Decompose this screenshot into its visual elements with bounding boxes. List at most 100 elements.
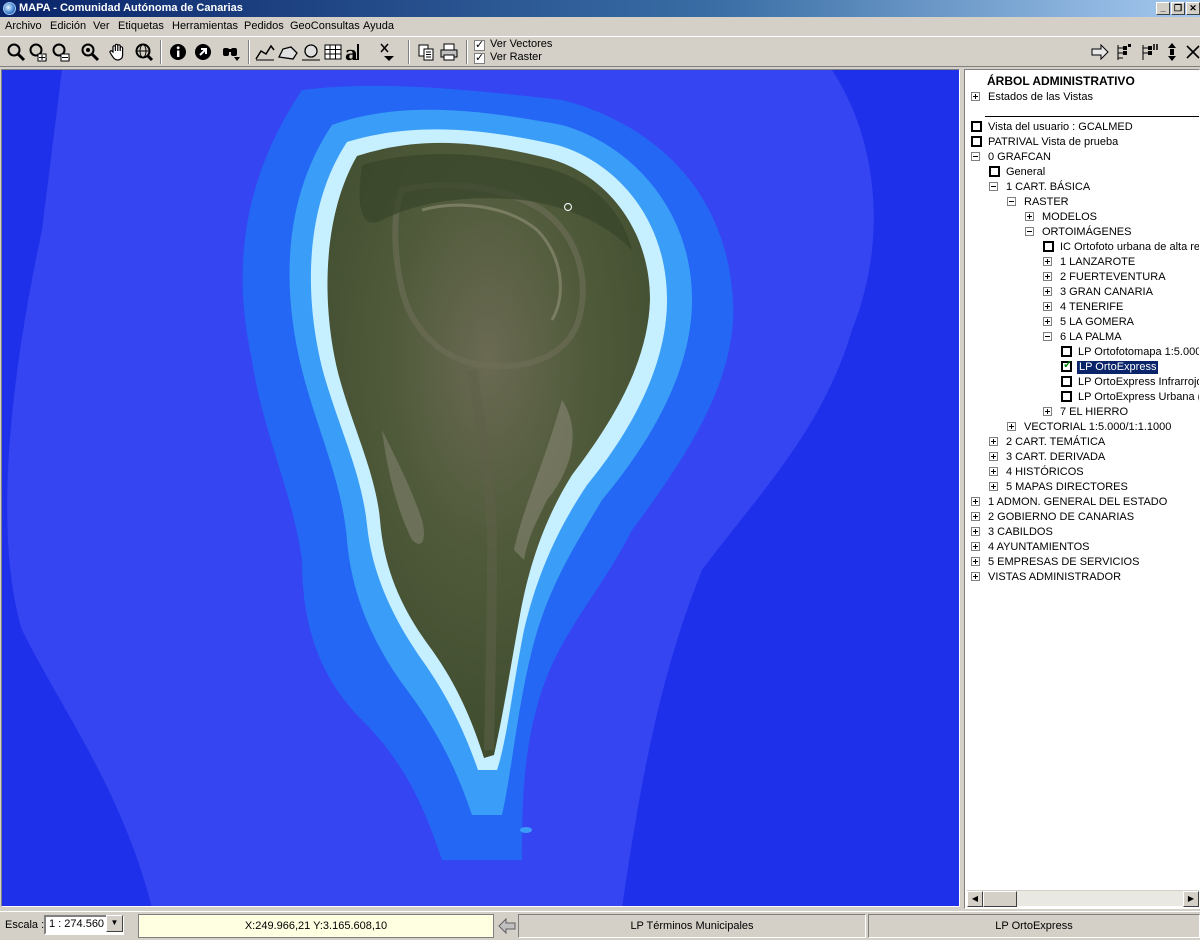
tree-item-label: VECTORIAL 1:5.000/1:1.1000 xyxy=(1024,421,1172,433)
expand-icon[interactable] xyxy=(971,542,980,551)
layer-checkbox[interactable] xyxy=(1061,376,1072,387)
polyline-icon[interactable] xyxy=(255,42,275,62)
menu-pedidos[interactable]: Pedidos xyxy=(244,20,284,32)
expand-icon[interactable] xyxy=(989,467,998,476)
expand-icon[interactable] xyxy=(1043,317,1052,326)
scroll-thumb[interactable] xyxy=(983,891,1017,907)
binoculars-icon[interactable] xyxy=(221,42,241,62)
expand-icon[interactable] xyxy=(1025,212,1034,221)
sort-icon[interactable] xyxy=(1162,42,1182,62)
print-icon[interactable] xyxy=(439,42,459,62)
collapse-icon[interactable] xyxy=(1025,227,1034,236)
tree-item-label: ORTOIMÁGENES xyxy=(1042,226,1132,238)
globe-zoom-icon[interactable] xyxy=(134,42,154,62)
tree-item-label: PATRIVAL Vista de prueba xyxy=(988,136,1119,148)
collapse-icon[interactable] xyxy=(1007,197,1016,206)
expand-icon[interactable] xyxy=(989,437,998,446)
tree-expand-icon[interactable] xyxy=(1115,42,1135,62)
menu-geoconsultas[interactable]: GeoConsultas xyxy=(290,20,360,32)
web-info-icon[interactable] xyxy=(193,42,213,62)
chevron-down-icon[interactable]: ▼ xyxy=(106,915,123,932)
menu-etiquetas[interactable]: Etiquetas xyxy=(118,20,164,32)
restore-button[interactable]: ❐ xyxy=(1171,2,1185,15)
tree-item-label: 1 CART. BÁSICA xyxy=(1006,181,1091,193)
expand-icon[interactable] xyxy=(1043,407,1052,416)
expand-icon[interactable] xyxy=(1007,422,1016,431)
menu-ver[interactable]: Ver xyxy=(93,20,110,32)
zoom-extent-icon[interactable] xyxy=(80,42,100,62)
arrow-right-icon[interactable] xyxy=(1090,42,1110,62)
expand-icon[interactable] xyxy=(1043,257,1052,266)
grid-icon[interactable] xyxy=(323,42,343,62)
map-canvas[interactable] xyxy=(2,70,960,907)
expand-icon[interactable] xyxy=(989,482,998,491)
copy-icon[interactable] xyxy=(416,42,436,62)
scroll-right-icon[interactable]: ▶ xyxy=(1183,891,1199,907)
toolbar-separator xyxy=(466,40,468,64)
polygon-icon[interactable] xyxy=(278,42,298,62)
close-panel-icon[interactable] xyxy=(1183,42,1200,62)
menu-ayuda[interactable]: Ayuda xyxy=(363,20,394,32)
expand-icon[interactable] xyxy=(1043,302,1052,311)
menu-bar: Archivo Edición Ver Etiquetas Herramient… xyxy=(0,17,1200,36)
pan-hand-icon[interactable] xyxy=(108,42,128,62)
circle-tool-icon[interactable] xyxy=(301,42,321,62)
layer-checkbox[interactable] xyxy=(1061,359,1072,372)
svg-text:a: a xyxy=(345,42,358,62)
scroll-left-icon[interactable]: ◀ xyxy=(967,891,983,907)
tree-item-label: 2 GOBIERNO DE CANARIAS xyxy=(988,511,1135,523)
menu-archivo[interactable]: Archivo xyxy=(5,20,42,32)
tree-item-label: 6 LA PALMA xyxy=(1060,331,1122,343)
expand-icon[interactable] xyxy=(989,452,998,461)
tree-item-label: 2 FUERTEVENTURA xyxy=(1060,271,1166,283)
zoom-out-icon[interactable] xyxy=(51,42,71,62)
ver-raster-checkbox[interactable] xyxy=(474,51,485,64)
title-bar: MAPA - Comunidad Autónoma de Canarias _ … xyxy=(0,0,1200,17)
close-button[interactable]: ✕ xyxy=(1186,2,1200,15)
collapse-icon[interactable] xyxy=(1043,332,1052,341)
expand-icon[interactable] xyxy=(1043,272,1052,281)
arrow-left-icon[interactable] xyxy=(497,916,517,936)
map-view[interactable] xyxy=(1,69,960,907)
expand-icon[interactable] xyxy=(1043,287,1052,296)
tree-item-label: 0 GRAFCAN xyxy=(988,151,1051,163)
layer-checkbox[interactable] xyxy=(971,121,982,132)
ver-vectores-checkbox[interactable] xyxy=(474,38,485,51)
expand-icon[interactable] xyxy=(971,92,980,101)
minimize-button[interactable]: _ xyxy=(1156,2,1170,15)
zoom-in-icon[interactable] xyxy=(28,42,48,62)
tree-item-label: LP OrtoExpress Urbana (alt xyxy=(1078,391,1200,403)
horizontal-scrollbar[interactable]: ◀ ▶ xyxy=(967,890,1199,907)
tree-item-label: 3 GRAN CANARIA xyxy=(1060,286,1153,298)
layer-checkbox[interactable] xyxy=(1061,391,1072,402)
expand-icon[interactable] xyxy=(971,527,980,536)
menu-herramientas[interactable]: Herramientas xyxy=(172,20,238,32)
menu-edicion[interactable]: Edición xyxy=(50,20,86,32)
clear-selection-icon[interactable] xyxy=(378,42,398,62)
text-label-icon[interactable]: a xyxy=(345,42,365,62)
tree-item-label: 5 MAPAS DIRECTORES xyxy=(1006,481,1128,493)
layer-checkbox[interactable] xyxy=(1061,346,1072,357)
expand-icon[interactable] xyxy=(971,572,980,581)
scale-label: Escala : xyxy=(5,919,45,931)
globe-icon xyxy=(3,2,16,15)
tree-item-label: 1 ADMON. GENERAL DEL ESTADO xyxy=(988,496,1168,508)
layer-checkbox[interactable] xyxy=(1043,241,1054,252)
active-raster-layer: LP OrtoExpress xyxy=(868,914,1200,938)
collapse-icon[interactable] xyxy=(989,182,998,191)
expand-icon[interactable] xyxy=(971,557,980,566)
tree-item-label: General xyxy=(1006,166,1046,178)
tree-title: ÁRBOL ADMINISTRATIVO xyxy=(987,74,1135,88)
tree-item-label: 4 HISTÓRICOS xyxy=(1006,466,1084,478)
layer-checkbox[interactable] xyxy=(971,136,982,147)
tree-collapse-icon[interactable] xyxy=(1140,42,1160,62)
ver-raster-label: Ver Raster xyxy=(490,51,542,63)
collapse-icon[interactable] xyxy=(971,152,980,161)
tree-item-label: LP OrtoExpress Infrarrojo xyxy=(1078,376,1200,388)
expand-icon[interactable] xyxy=(971,512,980,521)
expand-icon[interactable] xyxy=(971,497,980,506)
info-icon[interactable] xyxy=(168,42,188,62)
tree-item-label: MODELOS xyxy=(1042,211,1098,223)
zoom-icon[interactable] xyxy=(6,42,26,62)
layer-checkbox[interactable] xyxy=(989,166,1000,177)
